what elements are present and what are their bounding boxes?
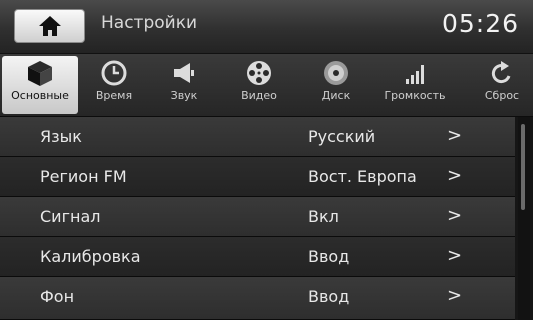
- tab-label: Громкость: [384, 89, 446, 102]
- tab-video[interactable]: Видео: [225, 56, 293, 114]
- home-button[interactable]: [14, 9, 85, 43]
- tab-general[interactable]: Основные: [2, 56, 78, 114]
- clock: 05:26: [441, 9, 519, 38]
- chevron-right-icon[interactable]: >: [447, 165, 462, 186]
- tab-label: Время: [95, 89, 133, 102]
- settings-list: Язык Русский > Регион FM Вост. Европа > …: [0, 117, 515, 320]
- setting-value: Ввод: [308, 247, 350, 266]
- settings-screen: Настройки 05:26 Основные Время Звук Виде…: [0, 0, 533, 320]
- chevron-right-icon[interactable]: >: [447, 125, 462, 146]
- tab-label: Основные: [11, 89, 69, 102]
- home-icon: [38, 16, 61, 36]
- tab-disc[interactable]: Диск: [302, 56, 370, 114]
- header-bar: Настройки 05:26: [0, 0, 533, 54]
- setting-row-calibration[interactable]: Калибровка Ввод >: [0, 237, 515, 277]
- setting-name: Калибровка: [40, 247, 141, 266]
- chevron-right-icon[interactable]: >: [447, 245, 462, 266]
- tab-volume[interactable]: Громкость: [372, 56, 458, 114]
- setting-name: Регион FM: [40, 167, 127, 186]
- setting-value: Ввод: [308, 287, 350, 306]
- setting-name: Сигнал: [40, 207, 101, 226]
- speaker-icon: [174, 63, 194, 83]
- tab-time[interactable]: Время: [80, 56, 148, 114]
- clock-icon: [101, 60, 127, 86]
- film-reel-icon: [247, 61, 271, 85]
- setting-row-language[interactable]: Язык Русский >: [0, 117, 515, 157]
- volume-bars-icon: [406, 65, 424, 84]
- setting-value: Вкл: [308, 207, 339, 226]
- setting-row-background[interactable]: Фон Ввод >: [0, 277, 515, 320]
- setting-row-fm-region[interactable]: Регион FM Вост. Европа >: [0, 157, 515, 197]
- tab-reset[interactable]: Сброс: [471, 56, 533, 114]
- cube-icon: [28, 61, 52, 86]
- tab-bar: Основные Время Звук Видео Диск Громкость…: [0, 54, 533, 117]
- tab-label: Видео: [241, 89, 277, 102]
- disc-icon: [324, 61, 348, 85]
- page-title: Настройки: [101, 13, 198, 33]
- setting-name: Язык: [40, 127, 82, 146]
- tab-label: Сброс: [484, 89, 520, 102]
- tab-label: Звук: [170, 89, 198, 102]
- setting-value: Вост. Европа: [308, 167, 417, 186]
- setting-row-signal[interactable]: Сигнал Вкл >: [0, 197, 515, 237]
- tab-sound[interactable]: Звук: [150, 56, 218, 114]
- chevron-right-icon[interactable]: >: [447, 205, 462, 226]
- setting-name: Фон: [40, 287, 75, 306]
- setting-value: Русский: [308, 127, 376, 146]
- chevron-right-icon[interactable]: >: [447, 285, 462, 306]
- scrollbar-thumb[interactable]: [521, 124, 525, 210]
- reset-icon: [491, 61, 511, 83]
- tab-label: Диск: [321, 89, 351, 102]
